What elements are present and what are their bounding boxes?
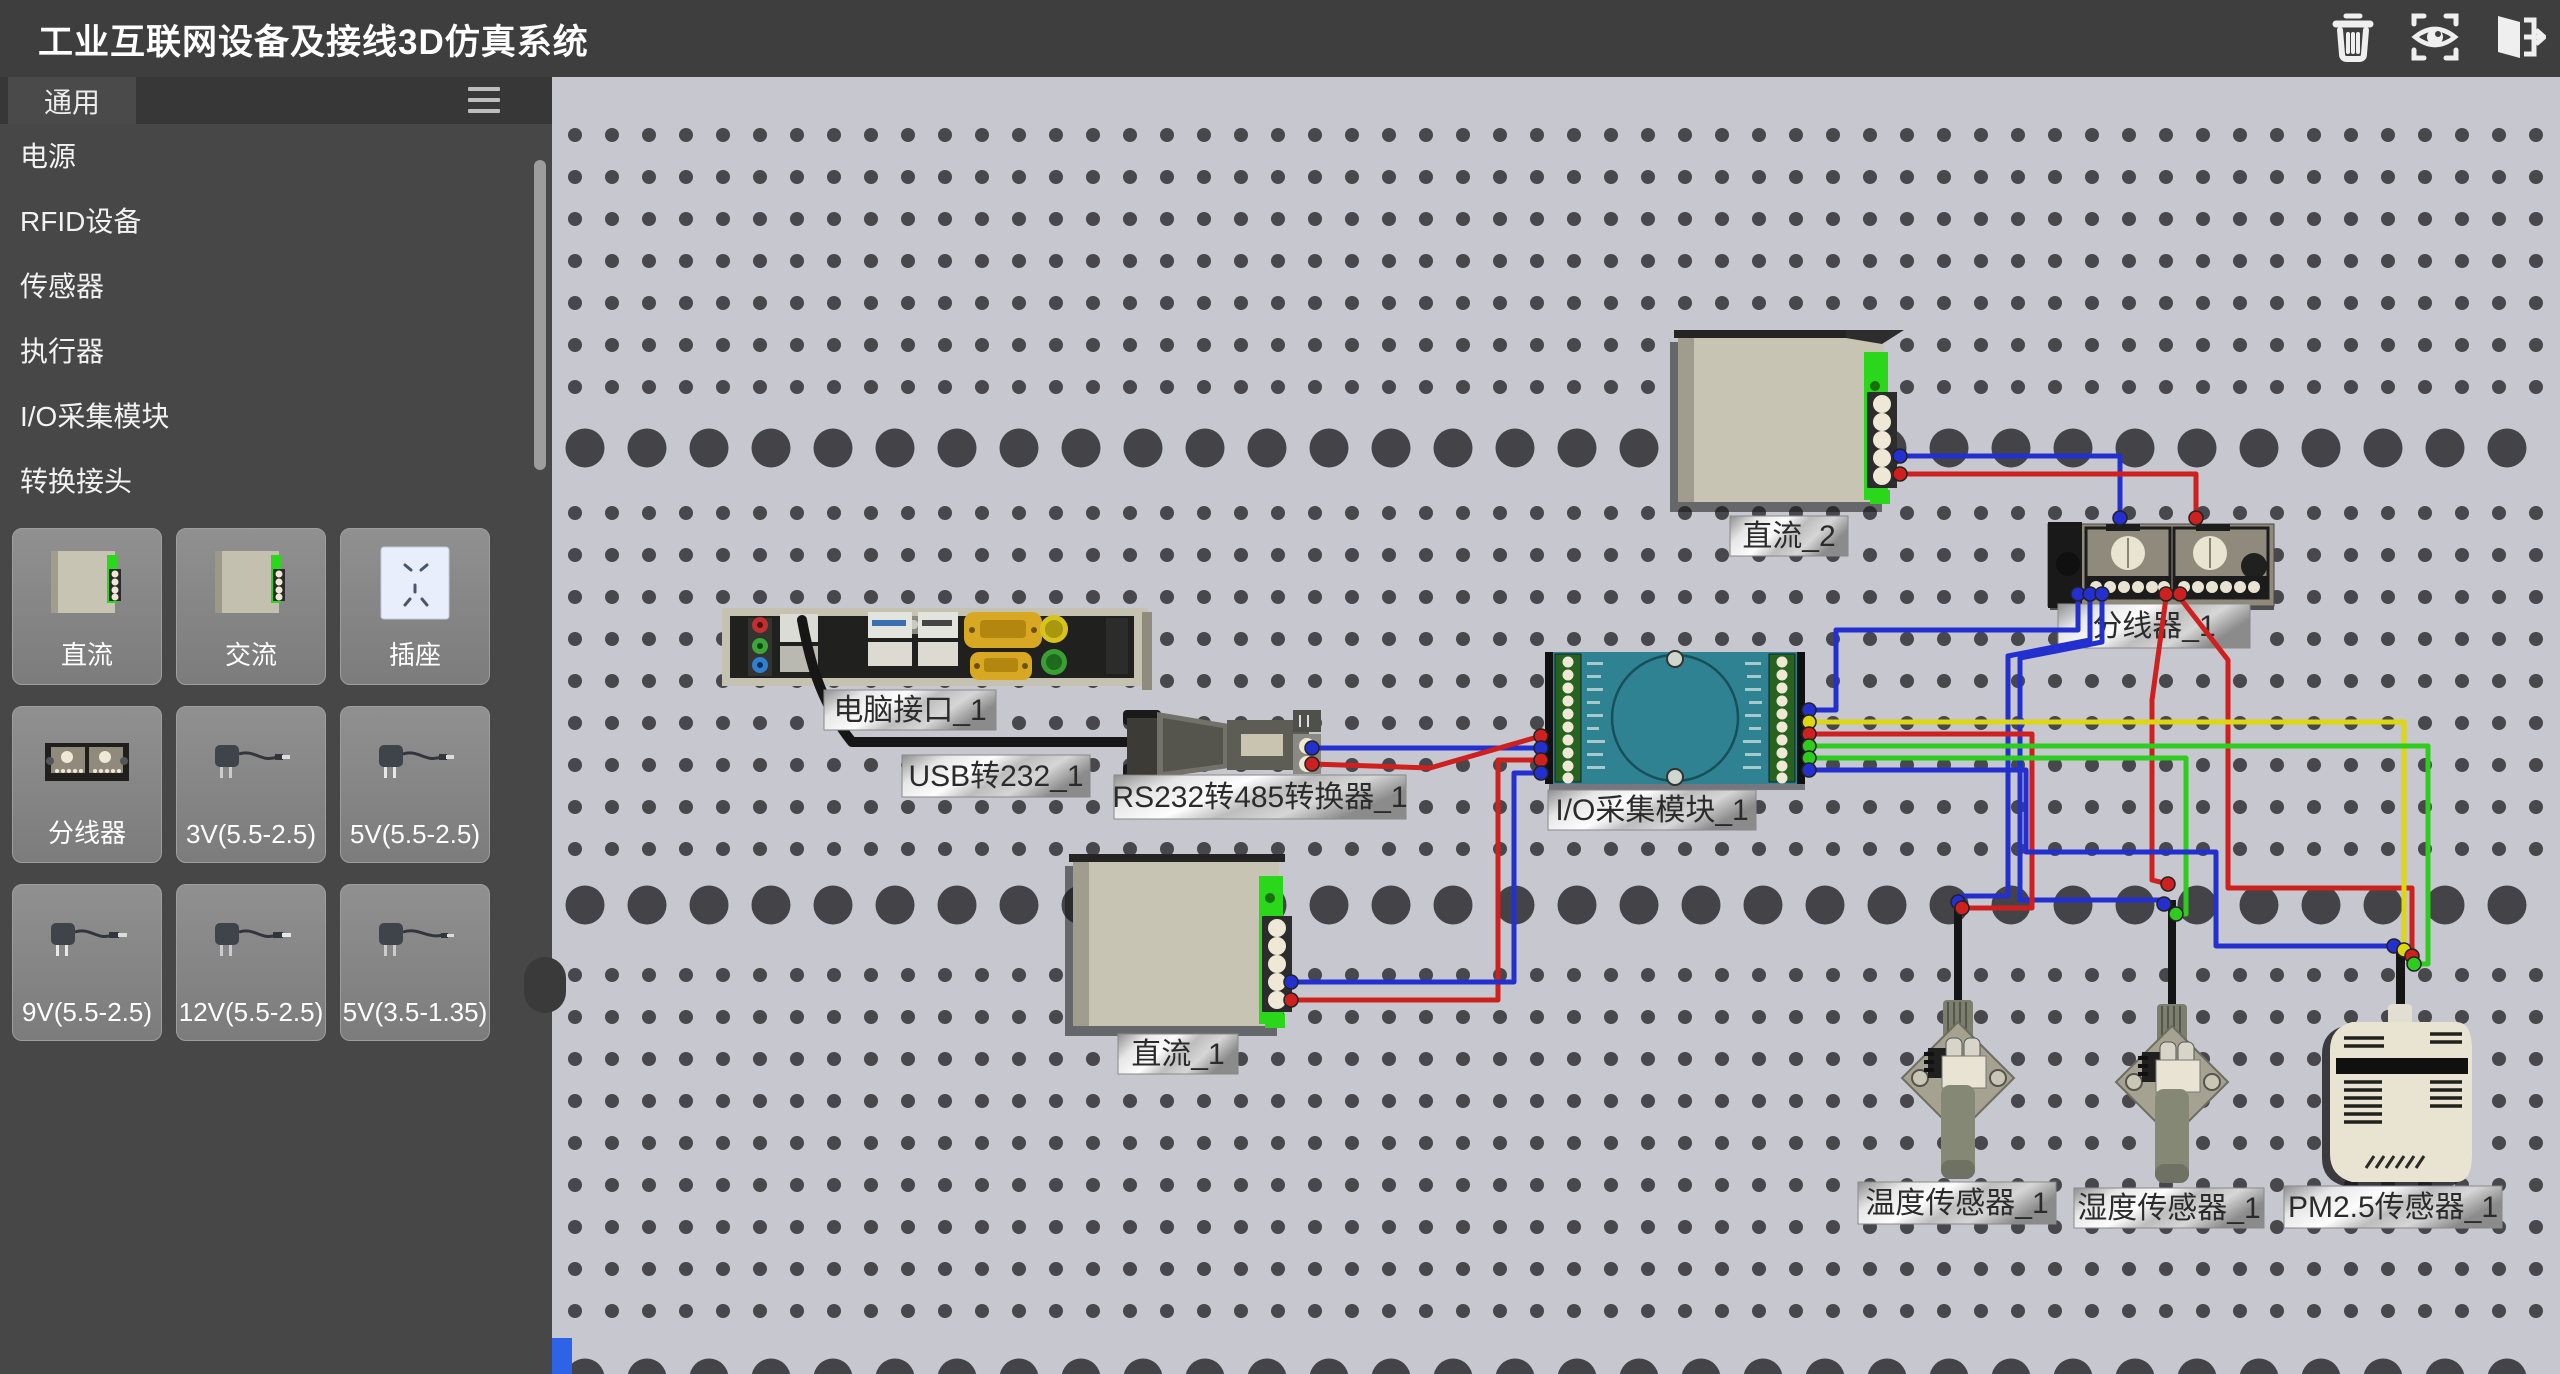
- label-pm25: PM2.5传感器_1: [2284, 1186, 2502, 1228]
- palette-item-socket[interactable]: 插座: [340, 528, 490, 685]
- palette-item-5v[interactable]: 5V(5.5-2.5): [340, 706, 490, 863]
- node: [2173, 587, 2187, 601]
- node: [2157, 897, 2171, 911]
- category-sensor[interactable]: 传感器: [0, 254, 552, 319]
- adapter-thumb-icon: [367, 899, 463, 983]
- palette-item-3v[interactable]: 3V(5.5-2.5): [176, 706, 326, 863]
- node: [2189, 511, 2203, 525]
- label-pc1: 电脑接口_1: [824, 690, 996, 730]
- label-rs485-text: RS232转485转换器_1: [1112, 781, 1407, 814]
- node: [1284, 993, 1298, 1007]
- node: [1305, 741, 1319, 755]
- palette-label: 分线器: [13, 813, 161, 850]
- device-dc-power-2[interactable]: [1670, 330, 1904, 512]
- palette-label: 12V(5.5-2.5): [177, 997, 325, 1028]
- dc-psu-thumb-icon: [41, 543, 133, 627]
- node: [1534, 753, 1548, 767]
- node: [2169, 907, 2183, 921]
- sidebar-scrollbar[interactable]: [534, 160, 546, 470]
- palette-item-ac[interactable]: 交流: [176, 528, 326, 685]
- app-window: 直流_2 分线器_1 电脑接口_1 USB转232_1 RS232转485转换器…: [0, 0, 2560, 1374]
- label-usb1-text: USB转232_1: [908, 760, 1083, 793]
- label-io1: I/O采集模块_1: [1548, 790, 1756, 830]
- blue-chip: [552, 1338, 572, 1374]
- label-dc1-text: 直流_1: [1131, 1038, 1224, 1071]
- label-humid1-text: 湿度传感器_1: [2077, 1192, 2260, 1225]
- label-splitter1-text: 分线器_1: [2092, 610, 2215, 643]
- node: [1802, 763, 1816, 777]
- label-pm25-text: PM2.5传感器_1: [2288, 1191, 2498, 1224]
- label-usb1: USB转232_1: [902, 755, 1090, 797]
- hamburger-icon[interactable]: [468, 87, 500, 113]
- ac-psu-thumb-icon: [205, 543, 297, 627]
- adapter-thumb-icon: [367, 721, 463, 805]
- tab-strip: 通用: [0, 77, 552, 124]
- label-io1-text: I/O采集模块_1: [1555, 794, 1748, 827]
- category-rfid[interactable]: RFID设备: [0, 189, 552, 254]
- palette-label: 5V(3.5-1.35): [341, 997, 489, 1028]
- device-palette: 直流 交流: [12, 528, 540, 1041]
- adapter-thumb-icon: [203, 899, 299, 983]
- node: [1893, 467, 1907, 481]
- node: [2113, 511, 2127, 525]
- node: [2161, 877, 2175, 891]
- device-io-module-1[interactable]: [1545, 651, 1805, 790]
- splitter-thumb-icon: [39, 721, 135, 805]
- palette-label: 直流: [13, 635, 161, 672]
- node: [2095, 587, 2109, 601]
- node: [1534, 766, 1548, 780]
- eye-scan-icon[interactable]: [2406, 8, 2464, 66]
- label-rs485: RS232转485转换器_1: [1112, 775, 1407, 819]
- label-pc1-text: 电脑接口_1: [833, 694, 986, 727]
- node: [1893, 449, 1907, 463]
- node: [1284, 975, 1298, 989]
- component-sidebar: 通用 电源 RFID设备 传感器 执行器 I/O采集模块 转换接头 直流: [0, 77, 552, 1374]
- node: [2407, 957, 2421, 971]
- category-power[interactable]: 电源: [0, 124, 552, 189]
- label-temp1: 温度传感器_1: [1858, 1182, 2056, 1224]
- exit-icon[interactable]: [2488, 8, 2546, 66]
- device-dc-power-1[interactable]: [1065, 854, 1292, 1036]
- title-bar: 工业互联网设备及接线3D仿真系统: [0, 0, 2560, 77]
- adapter-thumb-icon: [203, 721, 299, 805]
- device-computer-port-1[interactable]: [722, 608, 1152, 690]
- palette-item-dc[interactable]: 直流: [12, 528, 162, 685]
- label-temp1-text: 温度传感器_1: [1865, 1187, 2048, 1220]
- tab-general[interactable]: 通用: [8, 77, 136, 124]
- palette-label: 9V(5.5-2.5): [13, 997, 161, 1028]
- palette-item-12v[interactable]: 12V(5.5-2.5): [176, 884, 326, 1041]
- label-dc1: 直流_1: [1118, 1034, 1238, 1074]
- socket-thumb-icon: [369, 543, 461, 627]
- node: [2159, 587, 2173, 601]
- label-dc2: 直流_2: [1730, 516, 1848, 556]
- category-list: 电源 RFID设备 传感器 执行器 I/O采集模块 转换接头: [0, 124, 552, 514]
- label-dc2-text: 直流_2: [1742, 520, 1835, 553]
- category-adapter[interactable]: 转换接头: [0, 449, 552, 514]
- label-humid1: 湿度传感器_1: [2074, 1188, 2264, 1228]
- category-io-module[interactable]: I/O采集模块: [0, 384, 552, 449]
- palette-item-9v[interactable]: 9V(5.5-2.5): [12, 884, 162, 1041]
- node: [1305, 757, 1319, 771]
- palette-item-splitter[interactable]: 分线器: [12, 706, 162, 863]
- palette-label: 5V(5.5-2.5): [341, 819, 489, 850]
- palette-label: 交流: [177, 635, 325, 672]
- trash-icon[interactable]: [2324, 8, 2382, 66]
- palette-item-5v-small[interactable]: 5V(3.5-1.35): [340, 884, 490, 1041]
- palette-label: 插座: [341, 635, 489, 672]
- category-actuator[interactable]: 执行器: [0, 319, 552, 384]
- app-title: 工业互联网设备及接线3D仿真系统: [38, 14, 589, 65]
- palette-label: 3V(5.5-2.5): [177, 819, 325, 850]
- adapter-thumb-icon: [39, 899, 135, 983]
- node: [1955, 901, 1969, 915]
